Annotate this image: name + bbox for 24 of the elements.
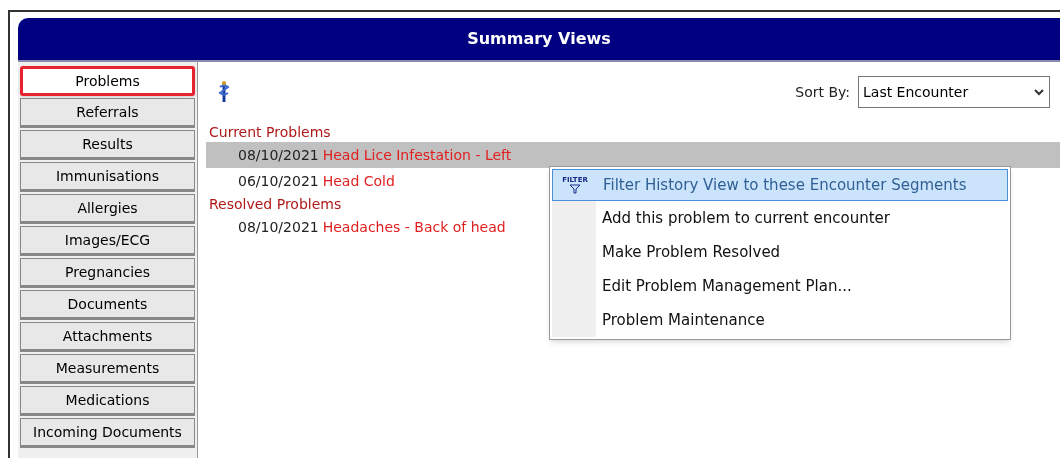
menu-item[interactable]: Add this problem to current encounter bbox=[552, 201, 1008, 235]
sort-dropdown[interactable]: Last Encounter bbox=[858, 76, 1050, 108]
chevron-down-icon bbox=[1033, 88, 1045, 96]
sidebar-tab[interactable]: Documents bbox=[20, 290, 195, 320]
caduceus-icon bbox=[218, 81, 230, 103]
sidebar-tab[interactable]: Medications bbox=[20, 386, 195, 416]
group-heading: Current Problems bbox=[208, 123, 331, 142]
sidebar-tab[interactable]: Measurements bbox=[20, 354, 195, 384]
sidebar-tab[interactable]: Referrals bbox=[20, 98, 195, 128]
sidebar-tab[interactable]: Incoming Documents bbox=[20, 418, 195, 448]
window-title: Summary Views bbox=[18, 18, 1060, 62]
sidebar-tab[interactable]: Allergies bbox=[20, 194, 195, 224]
sidebar-tab[interactable]: Immunisations bbox=[20, 162, 195, 192]
sidebar-tab[interactable]: Problems bbox=[20, 66, 195, 96]
sidebar-tab[interactable]: Results bbox=[20, 130, 195, 160]
sidebar-tab[interactable]: Pregnancies bbox=[20, 258, 195, 288]
sidebar-tab[interactable]: Images/ECG bbox=[20, 226, 195, 256]
problem-row[interactable]: 08/10/2021 Head Lice Infestation - Left bbox=[206, 142, 1060, 168]
menu-item[interactable]: Problem Maintenance bbox=[552, 303, 1008, 337]
group-heading: Resolved Problems bbox=[208, 195, 342, 214]
sort-label: Sort By: bbox=[795, 82, 850, 102]
menu-item[interactable]: Edit Problem Management Plan... bbox=[552, 269, 1008, 303]
menu-item[interactable]: Make Problem Resolved bbox=[552, 235, 1008, 269]
sidebar-tab[interactable]: Attachments bbox=[20, 322, 195, 352]
